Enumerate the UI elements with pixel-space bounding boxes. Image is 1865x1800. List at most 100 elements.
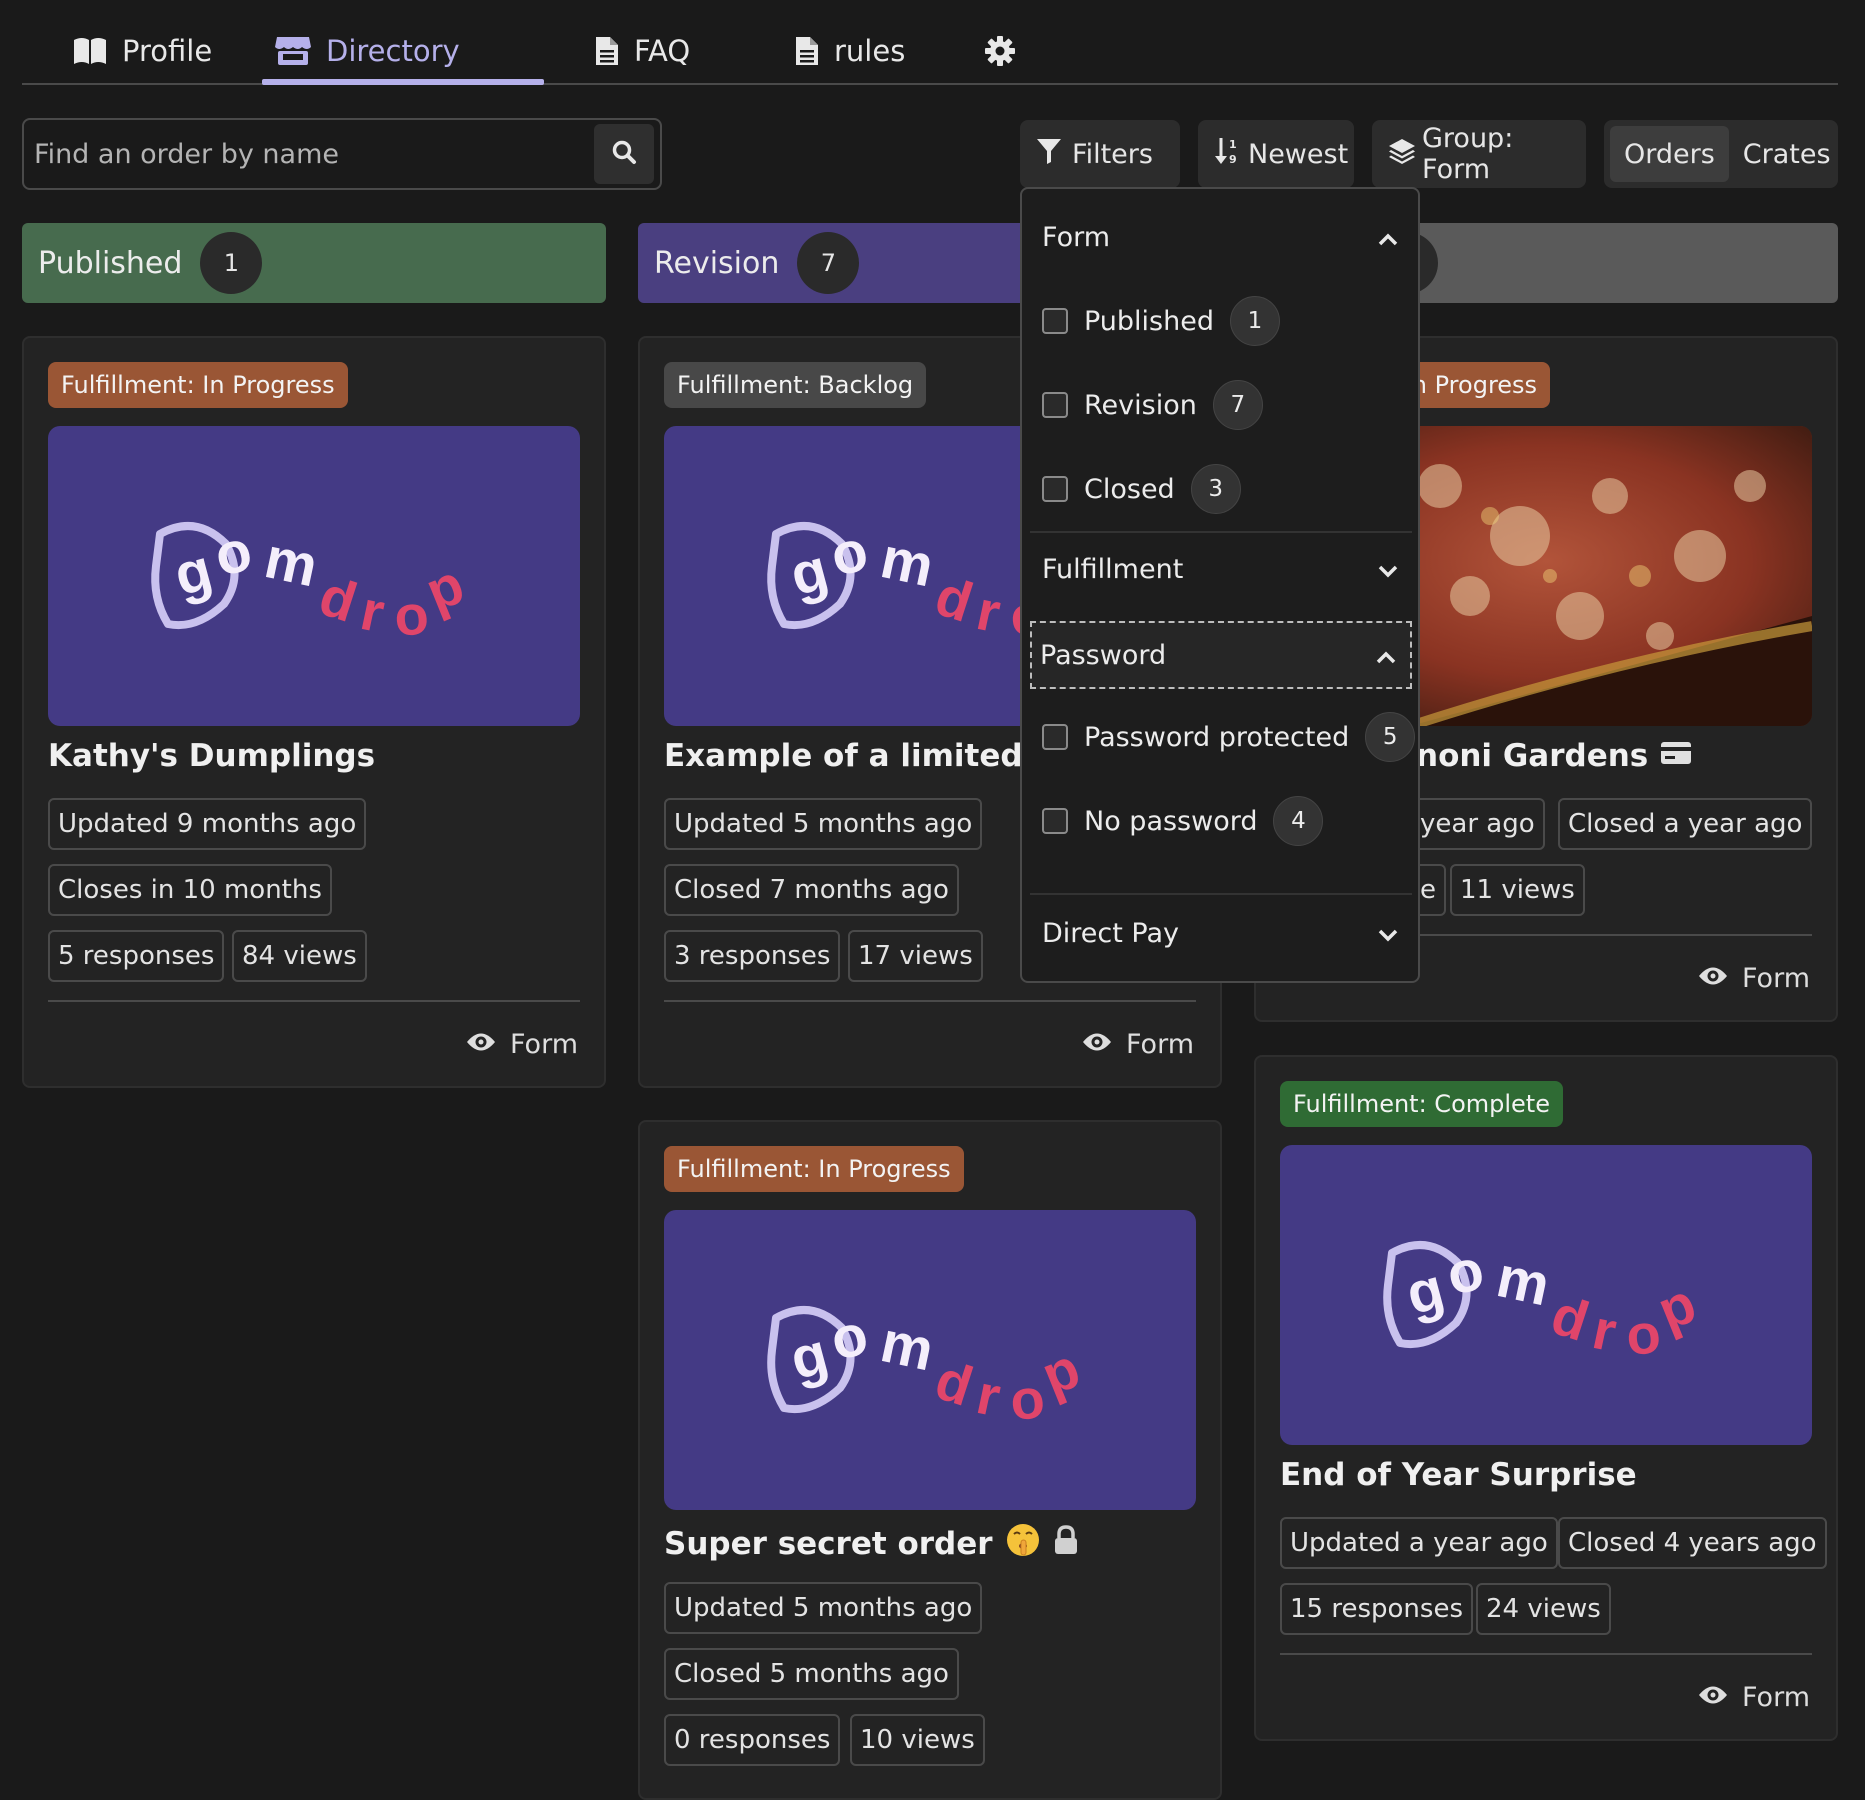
view-form-label: Form <box>1741 1681 1810 1713</box>
svg-text:o: o <box>825 518 873 589</box>
svg-text:1: 1 <box>1229 138 1237 151</box>
column-count: 1 <box>200 232 263 294</box>
updated-chip: year ago <box>1412 798 1545 850</box>
views-chip: 84 views <box>232 930 367 982</box>
filter-option-count: 4 <box>1273 796 1324 846</box>
document-icon <box>794 35 820 67</box>
filter-section-form[interactable]: Form <box>1030 203 1412 271</box>
filters-button[interactable]: Filters <box>1020 120 1180 188</box>
filter-section-label: Password <box>1040 639 1167 671</box>
filter-option-published[interactable]: Published 1 <box>1042 295 1280 347</box>
tab-faq[interactable]: FAQ <box>582 20 702 82</box>
filter-option-closed[interactable]: Closed 3 <box>1042 463 1241 515</box>
filter-option-count: 5 <box>1365 712 1416 762</box>
order-card[interactable]: Fulfillment: Complete gomdrop End of Yea… <box>1254 1055 1838 1741</box>
filter-option-label: Published <box>1084 305 1214 337</box>
filter-section-direct-pay[interactable]: Direct Pay <box>1030 899 1412 967</box>
updated-chip: Updated 9 months ago <box>48 798 367 850</box>
card-divider <box>1280 1653 1812 1655</box>
status-badge: Fulfillment: Complete <box>1280 1081 1563 1127</box>
filter-section-fulfillment[interactable]: Fulfillment <box>1030 535 1412 603</box>
group-label: Group: Form <box>1422 123 1514 185</box>
chevron-up-icon <box>1378 222 1398 253</box>
views-chip: 17 views <box>848 930 983 982</box>
filters-dropdown: Form Published 1 Revision 7 Closed 3 Ful… <box>1020 187 1420 983</box>
search-box <box>22 118 662 190</box>
svg-text:9: 9 <box>1229 153 1237 166</box>
svg-text:g: g <box>784 1321 835 1393</box>
checkbox[interactable] <box>1042 808 1068 834</box>
column-label: Revision <box>654 245 780 281</box>
eye-icon <box>1698 1682 1728 1713</box>
checkbox[interactable] <box>1042 392 1068 418</box>
filter-option-label: Revision <box>1084 389 1197 421</box>
svg-text:o: o <box>209 518 257 589</box>
updated-chip: Updated 5 months ago <box>664 1582 983 1634</box>
checkbox[interactable] <box>1042 724 1068 750</box>
eye-icon <box>466 1029 496 1060</box>
view-orders[interactable]: Orders <box>1610 126 1729 182</box>
svg-text:m: m <box>1491 1244 1555 1318</box>
closed-chip: Closed 4 years ago <box>1558 1517 1827 1569</box>
svg-text:o: o <box>825 1302 873 1373</box>
filter-option-label: Closed <box>1084 473 1175 505</box>
eye-icon <box>1698 963 1728 994</box>
chevron-up-icon <box>1376 640 1396 671</box>
checkbox[interactable] <box>1042 308 1068 334</box>
layers-icon <box>1388 137 1416 172</box>
view-form-link[interactable]: Form <box>1698 1677 1810 1717</box>
tab-directory[interactable]: Directory <box>262 20 544 85</box>
svg-text:d: d <box>312 563 364 633</box>
responses-chip: 0 responses <box>664 1714 841 1766</box>
tab-profile[interactable]: Profile <box>60 20 224 82</box>
view-form-link[interactable]: Form <box>1698 958 1810 998</box>
updated-chip: Updated a year ago <box>1280 1517 1558 1569</box>
svg-text:m: m <box>259 525 323 599</box>
sort-icon: 19 <box>1214 136 1242 173</box>
svg-text:r: r <box>1588 1297 1622 1363</box>
responses-chip: 3 responses <box>664 930 841 982</box>
store-icon <box>274 35 312 67</box>
view-crates[interactable]: Crates <box>1729 126 1845 182</box>
order-card[interactable]: Fulfillment: In Progress gomdrop Kathy's… <box>22 336 606 1088</box>
closed-chip: Closed 7 months ago <box>664 864 959 916</box>
tab-directory-label: Directory <box>326 34 460 68</box>
filter-section-label: Fulfillment <box>1042 553 1184 585</box>
svg-text:g: g <box>1400 1256 1451 1328</box>
filter-option-count: 1 <box>1230 296 1280 346</box>
card-divider <box>664 1000 1196 1002</box>
svg-text:r: r <box>972 1362 1006 1428</box>
checkbox[interactable] <box>1042 476 1068 502</box>
search-button[interactable] <box>594 124 654 184</box>
group-button[interactable]: Group: Form <box>1372 120 1586 188</box>
order-card[interactable]: Fulfillment: In Progress gomdrop Super s… <box>638 1120 1222 1800</box>
svg-text:d: d <box>928 563 980 633</box>
filter-icon <box>1036 137 1062 172</box>
shushing-face-icon <box>1005 1522 1041 1566</box>
tab-settings[interactable] <box>972 20 1028 82</box>
filter-option-label: No password <box>1084 805 1258 837</box>
views-chip: 11 views <box>1450 864 1585 916</box>
chevron-down-icon <box>1378 918 1398 949</box>
filter-option-label: Password protected <box>1084 721 1350 753</box>
sort-label: Newest <box>1248 138 1349 170</box>
sort-button[interactable]: 19 Newest <box>1198 120 1354 188</box>
tab-profile-label: Profile <box>122 34 213 68</box>
status-badge: Fulfillment: In Progress <box>664 1146 964 1192</box>
tab-rules[interactable]: rules <box>782 20 917 82</box>
svg-text:d: d <box>1544 1282 1596 1352</box>
credit-card-icon <box>1660 738 1692 774</box>
search-input[interactable] <box>24 120 594 188</box>
order-title: Super secret order <box>664 1522 1079 1566</box>
view-form-link[interactable]: Form <box>466 1024 578 1064</box>
responses-chip: 5 responses <box>48 930 225 982</box>
tab-rules-label: rules <box>834 34 906 68</box>
svg-text:r: r <box>972 578 1006 644</box>
filter-option-revision[interactable]: Revision 7 <box>1042 379 1263 431</box>
filter-option-no-password[interactable]: No password 4 <box>1042 795 1324 847</box>
filter-option-password-protected[interactable]: Password protected 5 <box>1042 711 1416 763</box>
filter-section-password[interactable]: Password <box>1030 621 1412 689</box>
view-form-link[interactable]: Form <box>1082 1024 1194 1064</box>
order-title-text: Kathy's Dumplings <box>48 738 376 774</box>
view-form-label: Form <box>1125 1028 1194 1060</box>
